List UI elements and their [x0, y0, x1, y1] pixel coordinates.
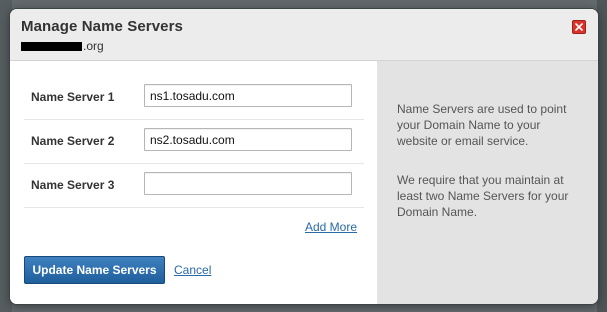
help-text-requirement: We require that you maintain at least tw… — [397, 173, 569, 219]
name-server-1-label: Name Server 1 — [31, 90, 115, 104]
name-server-row-1: Name Server 1 — [24, 75, 364, 120]
name-server-row-2: Name Server 2 — [24, 119, 364, 164]
name-server-1-input[interactable] — [144, 84, 352, 107]
close-icon — [575, 23, 583, 31]
name-server-3-label: Name Server 3 — [31, 178, 115, 192]
domain-suffix: .org — [83, 39, 104, 53]
redacted-domain — [21, 41, 82, 51]
name-server-2-label: Name Server 2 — [31, 134, 115, 148]
cancel-link[interactable]: Cancel — [174, 263, 211, 277]
add-more-link[interactable]: Add More — [305, 220, 357, 234]
name-server-3-input[interactable] — [144, 172, 352, 195]
dialog-domain-name: .org — [21, 39, 104, 53]
dialog-header: Manage Name Servers .org — [10, 9, 598, 61]
background-right-edge — [597, 0, 607, 312]
help-panel: Name Servers are used to point your Doma… — [377, 61, 598, 304]
name-server-row-3: Name Server 3 — [24, 163, 364, 208]
help-text-purpose: Name Servers are used to point your Doma… — [397, 102, 567, 148]
manage-name-servers-dialog: Manage Name Servers .org Name Server 1 N… — [10, 9, 598, 304]
dialog-title: Manage Name Servers — [21, 18, 183, 35]
close-button[interactable] — [572, 20, 586, 34]
name-server-form: Name Server 1 Name Server 2 Name Server … — [10, 61, 377, 304]
update-name-servers-button[interactable]: Update Name Servers — [24, 256, 165, 284]
name-server-2-input[interactable] — [144, 128, 352, 151]
